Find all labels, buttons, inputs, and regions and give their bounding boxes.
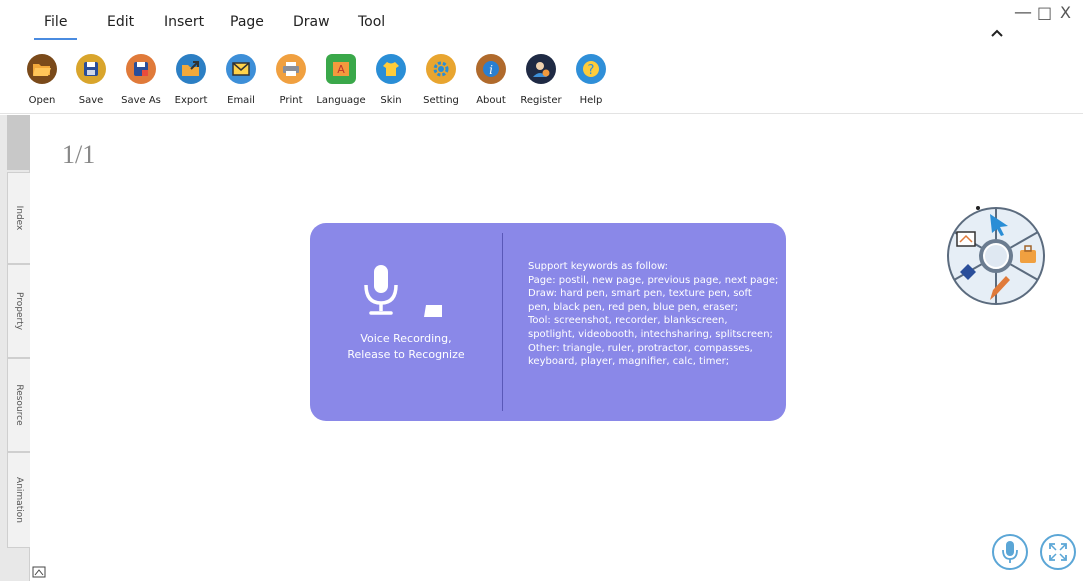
tab-draw[interactable]: Draw bbox=[293, 14, 330, 30]
tab-tool[interactable]: Tool bbox=[358, 14, 385, 30]
chevron-up-icon bbox=[991, 29, 1003, 37]
whiteboard-icon[interactable] bbox=[956, 231, 976, 247]
panel-divider bbox=[502, 233, 503, 411]
help-label: Help bbox=[579, 95, 603, 106]
keyword-line: Draw: hard pen, smart pen, texture pen, … bbox=[528, 288, 752, 300]
export-button[interactable]: Export bbox=[166, 48, 216, 106]
restore-button[interactable]: □ bbox=[1037, 3, 1052, 22]
save-icon bbox=[76, 54, 106, 84]
tab-resource-label: Resource bbox=[14, 384, 24, 426]
gear-icon bbox=[426, 54, 456, 84]
magnifier-icon[interactable] bbox=[979, 239, 1013, 273]
save-as-label: Save As bbox=[121, 95, 161, 106]
collapse-ribbon-button[interactable] bbox=[991, 26, 1003, 41]
language-icon: A bbox=[326, 54, 356, 84]
register-icon bbox=[526, 54, 556, 84]
save-as-icon bbox=[126, 54, 156, 84]
tab-page[interactable]: Page bbox=[230, 14, 264, 30]
setting-label: Setting bbox=[423, 95, 459, 106]
microphone-icon bbox=[364, 265, 442, 317]
tab-index[interactable]: Index bbox=[7, 172, 30, 264]
keyword-line: spotlight, videobooth, intechsharing, sp… bbox=[528, 328, 773, 340]
register-label: Register bbox=[520, 95, 562, 106]
page-indicator: 1/1 bbox=[62, 140, 96, 169]
about-label: About bbox=[476, 95, 506, 106]
tab-property[interactable]: Property bbox=[7, 264, 30, 358]
tab-animation[interactable]: Animation bbox=[7, 452, 30, 548]
print-label: Print bbox=[279, 95, 303, 106]
help-icon: ? bbox=[576, 54, 606, 84]
open-label: Open bbox=[28, 95, 56, 106]
voice-hint: Voice Recording, Release to Recognize bbox=[310, 331, 502, 363]
open-button[interactable]: Open bbox=[17, 48, 67, 106]
tab-resource[interactable]: Resource bbox=[7, 358, 30, 452]
tab-file[interactable]: File bbox=[33, 14, 79, 40]
tab-edit[interactable]: Edit bbox=[107, 14, 134, 30]
tab-index-label: Index bbox=[14, 205, 24, 231]
keyword-line: Tool: screenshot, recorder, blankscreen, bbox=[528, 315, 728, 327]
language-button[interactable]: A Language bbox=[316, 48, 366, 106]
help-button[interactable]: ? Help bbox=[566, 48, 616, 106]
export-icon bbox=[176, 54, 206, 84]
language-label: Language bbox=[316, 95, 366, 106]
info-icon: i bbox=[476, 54, 506, 84]
toolbar: Open Save Save As Export Email Print A L… bbox=[0, 48, 1083, 114]
keyword-list: Support keywords as follow: Page: postil… bbox=[528, 260, 778, 369]
voice-recognition-panel: Voice Recording, Release to Recognize Su… bbox=[310, 223, 786, 421]
tab-property-label: Property bbox=[14, 291, 24, 331]
keyword-line: Support keywords as follow: bbox=[528, 261, 669, 272]
fullscreen-icon bbox=[1049, 543, 1067, 561]
app-window: File Edit Insert Page Draw Tool — □ X Op… bbox=[0, 0, 1083, 581]
save-label: Save bbox=[78, 95, 104, 106]
print-icon bbox=[276, 54, 306, 84]
email-label: Email bbox=[227, 95, 255, 106]
tab-animation-label: Animation bbox=[14, 477, 24, 523]
close-button[interactable]: X bbox=[1060, 3, 1071, 22]
keyword-line: Other: triangle, ruler, protractor, comp… bbox=[528, 342, 753, 354]
skin-icon bbox=[376, 54, 406, 84]
svg-text:A: A bbox=[337, 63, 345, 76]
volume-level-bar bbox=[424, 305, 442, 317]
email-icon bbox=[226, 54, 256, 84]
save-button[interactable]: Save bbox=[66, 48, 116, 106]
side-panel-header bbox=[7, 115, 30, 170]
save-as-button[interactable]: Save As bbox=[116, 48, 166, 106]
minimize-button[interactable]: — bbox=[1014, 2, 1032, 23]
keyword-line: pen, black pen, red pen, blue pen, erase… bbox=[528, 301, 739, 313]
voice-hint-line-2: Release to Recognize bbox=[347, 348, 465, 361]
tab-insert[interactable]: Insert bbox=[164, 14, 204, 30]
setting-button[interactable]: Setting bbox=[416, 48, 466, 106]
export-label: Export bbox=[174, 95, 208, 106]
voice-hint-line-1: Voice Recording, bbox=[360, 332, 452, 345]
keyword-line: Page: postil, new page, previous page, n… bbox=[528, 274, 779, 286]
about-button[interactable]: i About bbox=[466, 48, 516, 106]
email-button[interactable]: Email bbox=[216, 48, 266, 106]
fullscreen-button[interactable] bbox=[1040, 534, 1076, 570]
menu-bar: File Edit Insert Page Draw Tool — □ X bbox=[0, 0, 1083, 42]
radial-tool-menu[interactable] bbox=[946, 206, 1046, 306]
print-button[interactable]: Print bbox=[266, 48, 316, 106]
voice-input-button[interactable] bbox=[992, 534, 1028, 570]
keyword-line: keyboard, player, magnifier, calc, timer… bbox=[528, 356, 730, 368]
resize-grip-icon[interactable] bbox=[32, 566, 46, 581]
register-button[interactable]: Register bbox=[516, 48, 566, 106]
skin-label: Skin bbox=[380, 95, 402, 106]
skin-button[interactable]: Skin bbox=[366, 48, 416, 106]
svg-text:?: ? bbox=[588, 63, 595, 78]
microphone-icon bbox=[1002, 541, 1018, 563]
svg-text:i: i bbox=[489, 63, 493, 77]
folder-open-icon bbox=[27, 54, 57, 84]
